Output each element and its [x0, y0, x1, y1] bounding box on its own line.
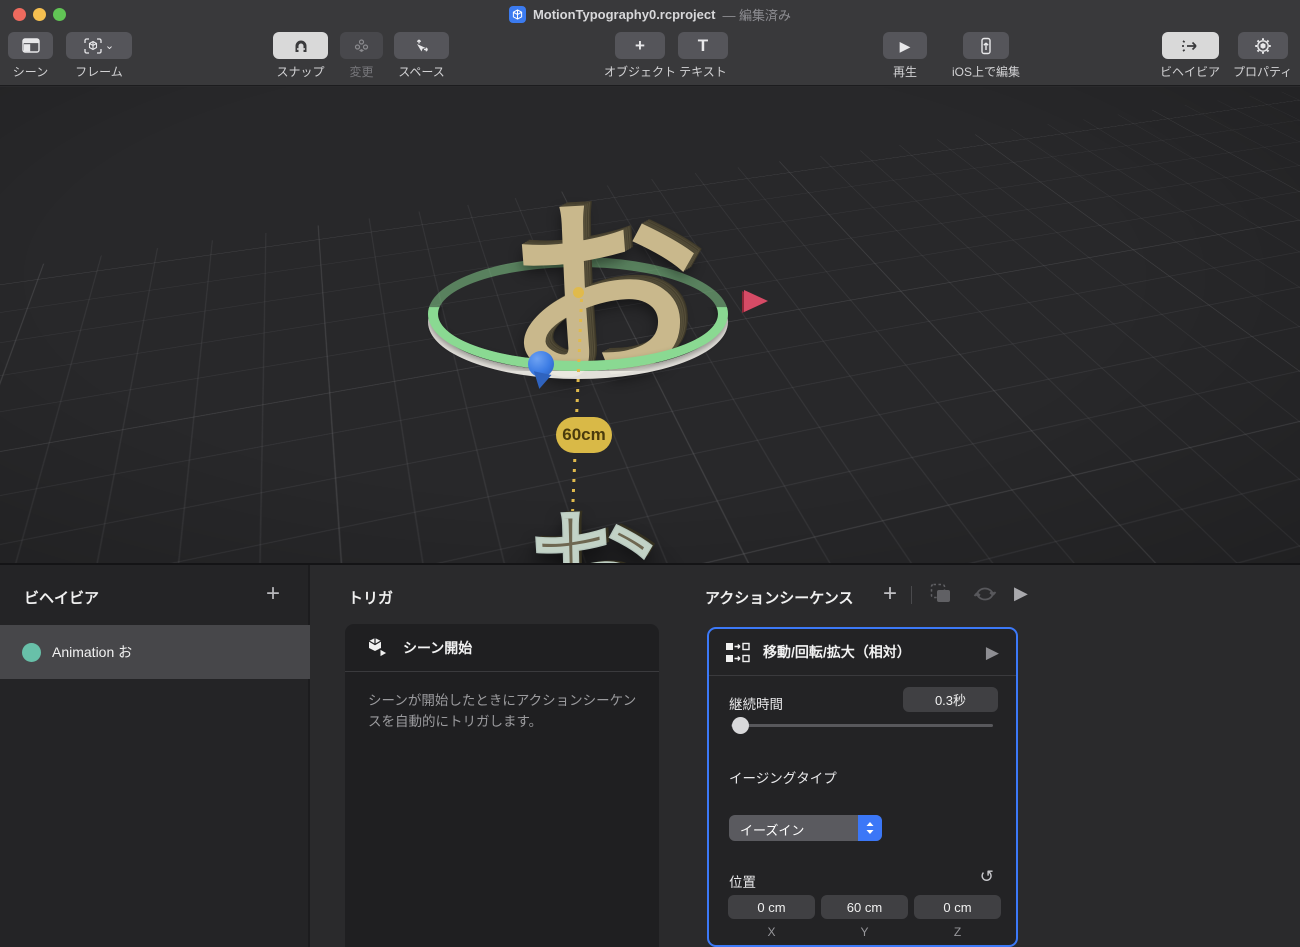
move-relative-icon: [726, 642, 750, 662]
action-sequence-header: アクションシーケンス: [705, 590, 854, 607]
action-card-move-rotate-scale[interactable]: 移動/回転/拡大（相対） ▶ 継続時間 0.3秒 イージングタイプ イーズイン …: [707, 627, 1018, 947]
toolbar-item-object: + オブジェクト: [604, 32, 676, 80]
toolbar-item-text: T テキスト: [678, 32, 728, 80]
loop-action-button[interactable]: [972, 583, 998, 605]
trigger-header: トリガ: [348, 590, 394, 607]
plus-icon: +: [635, 36, 645, 55]
behaviors-header: ビヘイビア: [24, 590, 100, 607]
properties-gear-icon: [1254, 37, 1271, 54]
trigger-description: シーンが開始したときにアクションシーケンスを自動的にトリガします。: [368, 693, 637, 729]
window-title-group: MotionTypography0.rcproject — 編集済み: [0, 0, 1300, 28]
toolbar: シーン ⌄ フレーム スナップ 変更 スペース + オブジェクト T テキスト …: [0, 28, 1300, 86]
text-object-3d[interactable]: お: [457, 176, 749, 420]
play-action-button[interactable]: ▶: [986, 643, 999, 663]
rotation-arrow-handle[interactable]: [744, 290, 768, 312]
add-text-button[interactable]: T: [678, 32, 728, 59]
play-sequence-button[interactable]: ▶: [1014, 583, 1028, 604]
title-bar: MotionTypography0.rcproject — 編集済み: [0, 0, 1300, 28]
trigger-column: トリガ シーン開始 シーンが開始したときにアクションシーケンスを自動的にトリガし…: [312, 565, 700, 947]
scene-button[interactable]: [8, 32, 53, 59]
position-y-field[interactable]: 60 cm: [821, 895, 908, 919]
duration-slider[interactable]: [731, 724, 993, 727]
easing-selected-value: イーズイン: [740, 823, 805, 838]
scene-start-icon: [368, 637, 389, 658]
move-handle-cone: [530, 371, 552, 391]
chevron-down-icon: ⌄: [104, 40, 115, 52]
space-button[interactable]: [394, 32, 449, 59]
axis-y-label: Y: [860, 925, 869, 939]
position-x-field[interactable]: 0 cm: [728, 895, 815, 919]
window-title-edited-suffix: — 編集済み: [722, 7, 792, 23]
dropdown-stepper-icon: [858, 815, 882, 841]
trigger-card[interactable]: シーン開始 シーンが開始したときにアクションシーケンスを自動的にトリガします。: [345, 624, 659, 947]
text-object-3d-destination[interactable]: お: [497, 492, 682, 563]
behavior-list-item-selected[interactable]: Animation お: [0, 625, 310, 679]
toolbar-item-scene: シーン: [8, 32, 53, 80]
axis-z-label: Z: [953, 925, 962, 939]
text-icon: T: [697, 36, 709, 55]
space-cursor-icon: [416, 39, 428, 52]
behavior-color-dot: [22, 642, 41, 662]
play-scene-button[interactable]: ▶: [883, 32, 927, 59]
trigger-card-header: シーン開始: [345, 624, 659, 672]
window-title: MotionTypography0.rcproject: [532, 6, 716, 22]
scene-layout-icon: [21, 38, 40, 53]
play-icon: ▶: [899, 37, 911, 54]
duration-value-field[interactable]: 0.3秒: [903, 687, 998, 712]
trigger-title: シーン開始: [403, 639, 473, 656]
easing-type-label: イージングタイプ: [729, 771, 837, 786]
axis-x-label: X: [767, 925, 776, 939]
position-label: 位置: [729, 875, 756, 890]
duration-slider-knob[interactable]: [732, 717, 749, 734]
toolbar-item-properties: プロパティ: [1233, 32, 1292, 80]
distance-badge: 60cm: [556, 417, 612, 453]
edit-on-ios-button[interactable]: [963, 32, 1009, 59]
position-z-field[interactable]: 0 cm: [914, 895, 1001, 919]
modify-button[interactable]: [340, 32, 383, 59]
easing-type-dropdown[interactable]: イーズイン: [729, 815, 882, 841]
properties-button[interactable]: [1237, 32, 1288, 59]
viewport-3d[interactable]: お 60cm お: [0, 87, 1300, 563]
frame-button[interactable]: ⌄: [66, 32, 132, 59]
add-object-button[interactable]: +: [615, 32, 665, 59]
snap-button[interactable]: [273, 32, 328, 59]
add-behavior-button[interactable]: +: [266, 580, 280, 608]
frame-cube-icon: [84, 37, 102, 54]
toolbar-item-edit-on-ios: iOS上で編集: [952, 32, 1020, 80]
action-sequence-column: アクションシーケンス + ▶ 移動/回転/拡大（相対） ▶ 継続時間 0.3秒 …: [700, 565, 1300, 947]
toolbar-item-behaviors: ビヘイビア: [1160, 32, 1220, 80]
magnet-icon: [295, 40, 306, 52]
behavior-icon: [1182, 39, 1197, 52]
behavior-name: Animation お: [52, 644, 133, 660]
toolbar-item-modify: 変更: [340, 32, 383, 80]
behaviors-button[interactable]: [1161, 32, 1219, 59]
header-divider: [911, 586, 912, 604]
duration-label: 継続時間: [729, 697, 783, 712]
reality-composer-app-icon: [508, 5, 526, 23]
add-action-button[interactable]: +: [883, 580, 897, 608]
modify-icon: [354, 38, 369, 52]
toolbar-item-space: スペース: [394, 32, 449, 80]
toolbar-item-snap: スナップ: [273, 32, 328, 80]
paste-action-button[interactable]: [930, 583, 954, 605]
behaviors-panel: ビヘイビア + Animation お トリガ シーン開始 シーンが開始したとき…: [0, 563, 1300, 947]
behaviors-list-column: ビヘイビア + Animation お: [0, 565, 310, 947]
guide-pin-top: [573, 287, 584, 298]
action-title: 移動/回転/拡大（相対）: [763, 644, 911, 660]
toolbar-item-frame: ⌄ フレーム: [66, 32, 132, 80]
position-reset-icon[interactable]: ↺: [980, 867, 994, 887]
action-card-header: 移動/回転/拡大（相対） ▶: [709, 629, 1016, 676]
iphone-arrow-icon: [981, 37, 991, 54]
toolbar-item-play: ▶ 再生: [883, 32, 927, 80]
